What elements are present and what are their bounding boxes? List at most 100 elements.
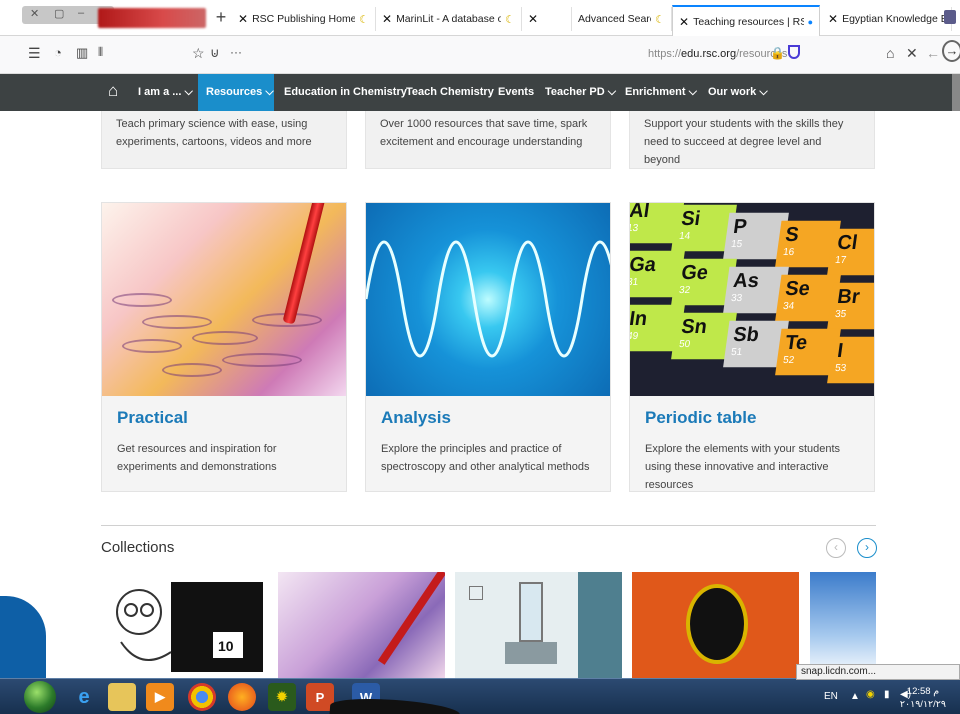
card-title: Analysis [381, 408, 451, 427]
card-analysis[interactable]: Analysis Explore the principles and prac… [365, 202, 611, 492]
nav-teacher-pd[interactable]: Teacher PD ⌵ [537, 74, 624, 111]
url-field[interactable]: https://edu.rsc.org/resources [648, 48, 787, 60]
media-player-icon[interactable]: ▶ [146, 683, 174, 711]
stop-icon[interactable]: ✕ [906, 45, 918, 62]
card-title: Periodic table [645, 408, 757, 427]
power-icon[interactable]: ▮ [884, 689, 890, 700]
stand-icon [505, 642, 557, 664]
tab-ekb[interactable]: ✕ Egyptian Knowledge Bank - Sc [822, 7, 952, 31]
tab-overflow-icon[interactable] [944, 10, 956, 24]
close-tab-icon[interactable]: ✕ [382, 12, 392, 26]
card-description: Support your students with the skills th… [644, 118, 844, 166]
close-tab-icon[interactable]: ✕ [679, 15, 689, 29]
element-number: 52 [782, 355, 795, 367]
info-panel [578, 572, 622, 678]
home-icon[interactable]: ⌂ [886, 45, 894, 61]
element-number: 34 [782, 301, 795, 313]
shield-icon[interactable] [788, 45, 800, 59]
clock[interactable]: 12:58 م ٢٠١٩/١٢/٢٩ [900, 685, 946, 711]
test-tube-icon [222, 353, 302, 367]
nav-label: Resources [206, 86, 263, 98]
thumb-badge: 10 [218, 638, 234, 654]
top-card-secondary[interactable]: Over 1000 resources that save time, spar… [365, 111, 611, 169]
collection-thumb-apparatus[interactable] [455, 572, 622, 678]
collection-thumb-pipette[interactable] [278, 572, 445, 678]
network-icon[interactable]: ◉ [866, 689, 875, 700]
nav-teach-chemistry[interactable]: Teach Chemistry [398, 74, 502, 111]
menu-icon[interactable]: ☰ [28, 45, 41, 62]
bookmark-star-icon[interactable]: ☆ [192, 45, 205, 62]
scrollbar[interactable] [952, 74, 960, 111]
new-tab-button[interactable]: + [210, 7, 232, 29]
nav-enrichment[interactable]: Enrichment ⌵ [617, 74, 705, 111]
language-indicator[interactable]: EN [824, 691, 838, 702]
tab-marinlit[interactable]: ✕ MarinLit - A database of the m ☾ [376, 7, 522, 31]
carousel-prev-button[interactable]: ‹ [826, 538, 846, 558]
collection-thumb-cartoon[interactable]: 10 [101, 572, 268, 678]
moon-icon: ☾ [655, 13, 665, 26]
close-tab-icon[interactable]: ✕ [528, 12, 538, 26]
extension-icon[interactable]: ◔ [54, 45, 62, 60]
carousel-next-button[interactable]: › [857, 538, 877, 558]
file-explorer-icon[interactable] [108, 683, 136, 711]
collection-thumb-egypt[interactable] [632, 572, 799, 678]
pipette-icon [282, 203, 326, 325]
close-window-icon[interactable]: ✕ [30, 7, 39, 20]
forward-icon[interactable]: → [942, 40, 960, 62]
element-number: 49 [630, 331, 639, 343]
tab-blank[interactable]: ✕ [522, 7, 572, 31]
lock-icon[interactable]: 🔒 [770, 46, 785, 60]
firefox-icon[interactable] [228, 683, 256, 711]
element-symbol: As [731, 269, 761, 293]
card-description: Explore the elements with your students … [645, 443, 841, 491]
close-tab-icon[interactable]: ✕ [828, 12, 838, 26]
card-practical[interactable]: Practical Get resources and inspiration … [101, 202, 347, 492]
element-symbol: Ga [630, 253, 658, 277]
clock-time: 12:58 م [906, 686, 940, 697]
nav-i-am-a[interactable]: I am a ... ⌵ [130, 74, 201, 111]
page-actions-icon[interactable]: ··· [230, 45, 242, 59]
site-home-icon[interactable]: ⌂ [108, 82, 124, 100]
pocket-icon[interactable]: ⊍ [210, 45, 220, 61]
card-description: Over 1000 resources that save time, spar… [380, 118, 588, 148]
sidebar-icon[interactable]: ▥ [76, 45, 88, 61]
card-periodic-table[interactable]: Al 13 Si 14 P 15 S 16 Cl 17 Ga 31 Ge 32 As 33 Se 34 Br 35 In… [629, 202, 875, 492]
scientist-cartoon-icon [116, 582, 263, 672]
element-tile: Br 35 [827, 282, 874, 330]
back-icon[interactable]: ← [926, 45, 940, 61]
tab-advanced-search[interactable]: Advanced Search ☾ [572, 7, 672, 31]
nav-our-work[interactable]: Our work ⌵ [700, 74, 776, 111]
top-card-primary[interactable]: Teach primary science with ease, using e… [101, 111, 347, 169]
tab-label: Teaching resources | RSC Educ [693, 15, 804, 28]
nav-label: Enrichment [625, 86, 686, 98]
close-tab-icon[interactable]: ✕ [238, 12, 248, 26]
top-card-higher-education[interactable]: Support your students with the skills th… [629, 111, 875, 169]
element-number: 17 [834, 255, 847, 267]
internet-explorer-icon[interactable]: e [70, 683, 98, 711]
element-number: 31 [630, 277, 639, 289]
tab-rsc-publishing[interactable]: ✕ RSC Publishing Home – Chemi ☾ [232, 7, 376, 31]
start-button[interactable] [24, 681, 56, 713]
practical-image [102, 203, 346, 396]
nav-education-in-chemistry[interactable]: Education in Chemistry [276, 74, 415, 111]
moon-icon: ☾ [359, 13, 369, 26]
library-icon[interactable]: ⫴ [98, 45, 103, 60]
system-tray: EN ▲ ◉ ▮ ◀) 12:58 م ٢٠١٩/١٢/٢٩ [810, 679, 960, 714]
tab-teaching-resources[interactable]: ✕ Teaching resources | RSC Educ ● [672, 5, 820, 36]
tab-label: Advanced Search [578, 13, 651, 25]
minimize-window-icon[interactable]: ‒ [78, 7, 84, 19]
show-hidden-icons-icon[interactable]: ▲ [850, 691, 860, 702]
chevron-down-icon: ⌵ [265, 86, 274, 98]
nav-resources[interactable]: Resources ⌵ [198, 74, 274, 111]
element-symbol: Al [630, 203, 651, 223]
app-icon[interactable]: ✹ [268, 683, 296, 711]
card-title: Practical [117, 408, 188, 427]
tab-label: MarinLit - A database of the m [396, 13, 501, 25]
blurred-tab[interactable] [98, 8, 206, 28]
chrome-icon[interactable] [188, 683, 216, 711]
periodic-table-image: Al 13 Si 14 P 15 S 16 Cl 17 Ga 31 Ge 32 As 33 Se 34 Br 35 In… [630, 203, 874, 396]
restore-window-icon[interactable]: ▢ [54, 7, 64, 20]
nav-events[interactable]: Events [490, 74, 542, 111]
collection-thumb-sky[interactable] [810, 572, 876, 678]
element-symbol: S [783, 223, 801, 247]
